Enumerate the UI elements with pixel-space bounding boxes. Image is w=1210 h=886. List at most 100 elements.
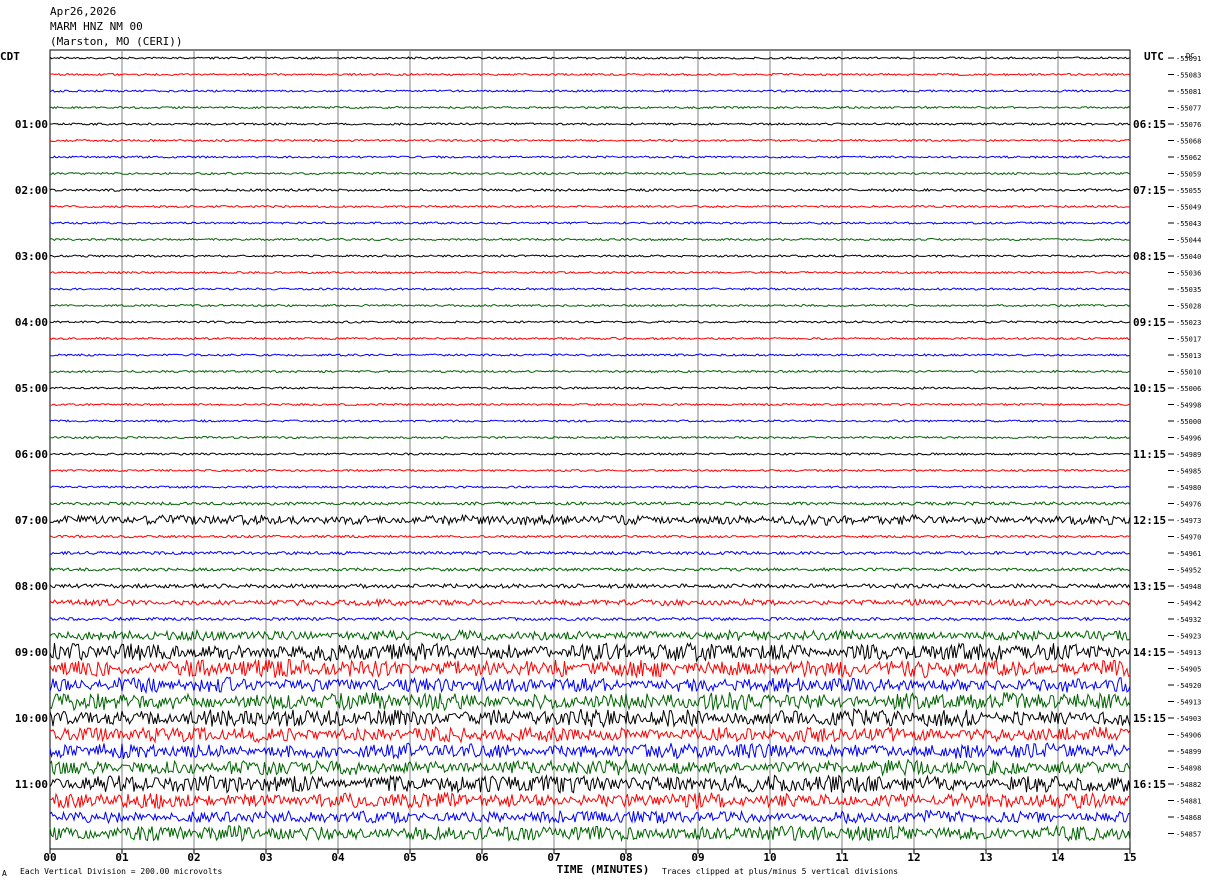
x-tick-label: 14 <box>1051 851 1065 864</box>
division-note: Each Vertical Division = 200.00 microvol… <box>20 867 223 876</box>
dc-offset-label: -54961 <box>1176 550 1201 558</box>
x-tick-label: 00 <box>43 851 56 864</box>
dc-offset-label: -54989 <box>1176 451 1201 459</box>
utc-hour-label: 07:15 <box>1133 184 1166 197</box>
seismogram-trace <box>49 824 1131 843</box>
dc-offset-label: -55044 <box>1176 237 1201 245</box>
seismogram-trace <box>49 485 1131 489</box>
seismogram-trace <box>49 809 1131 825</box>
seismogram-trace <box>49 691 1131 712</box>
seismogram-trace <box>49 435 1131 440</box>
utc-hour-label: 12:15 <box>1133 514 1166 527</box>
dc-offset-label: -55062 <box>1176 154 1201 162</box>
seismogram-trace <box>49 658 1131 679</box>
x-tick-label: 04 <box>331 851 345 864</box>
dc-offset-label: -54973 <box>1176 517 1201 525</box>
x-tick-label: 11 <box>835 851 849 864</box>
utc-hour-label: 10:15 <box>1133 382 1166 395</box>
utc-hour-label: 11:15 <box>1133 448 1166 461</box>
seismogram-trace <box>49 468 1131 473</box>
utc-hour-label: 13:15 <box>1133 580 1166 593</box>
x-tick-label: 13 <box>979 851 992 864</box>
cdt-hour-label: 10:00 <box>15 712 48 725</box>
seismogram-trace <box>49 369 1131 374</box>
utc-hour-label: 09:15 <box>1133 316 1166 329</box>
seismogram-trace <box>49 105 1131 110</box>
dc-offset-label: -55059 <box>1176 171 1201 179</box>
seismogram-trace <box>49 303 1131 308</box>
cdt-hour-label: 06:00 <box>15 448 48 461</box>
x-tick-label: 09 <box>691 851 704 864</box>
cdt-hour-label: 09:00 <box>15 646 48 659</box>
seismogram-trace <box>49 641 1131 663</box>
dc-offset-label: -54920 <box>1176 682 1201 690</box>
dc-offset-label: -54913 <box>1176 649 1201 657</box>
dc-offset-label: -54932 <box>1176 616 1201 624</box>
seismogram-trace <box>49 550 1131 556</box>
cdt-hour-label: 04:00 <box>15 316 48 329</box>
x-tick-label: 15 <box>1123 851 1136 864</box>
dc-offset-label: -55017 <box>1176 336 1201 344</box>
seismogram-trace <box>49 742 1131 760</box>
dc-offset-label: -54985 <box>1176 468 1201 476</box>
dc-offset-label: -54952 <box>1176 567 1201 575</box>
dc-offset-label: -54898 <box>1176 765 1201 773</box>
x-tick-label: 10 <box>763 851 776 864</box>
dc-offset-label: -55006 <box>1176 385 1201 393</box>
dc-offset-label: -54882 <box>1176 781 1201 789</box>
x-tick-label: 01 <box>115 851 129 864</box>
seismogram-trace <box>49 336 1131 341</box>
seismogram-trace <box>50 155 1131 159</box>
seismogram-trace <box>49 567 1131 572</box>
plot-frame <box>49 49 1131 850</box>
seismogram-trace <box>49 320 1131 324</box>
seismogram-trace <box>49 353 1130 357</box>
seismogram-trace <box>49 758 1131 777</box>
utc-hour-label: 06:15 <box>1133 118 1166 131</box>
utc-hour-label: 08:15 <box>1133 250 1166 263</box>
x-axis-title: TIME (MINUTES) <box>557 863 650 876</box>
dc-offset-label: -54923 <box>1176 633 1201 641</box>
seismogram-trace <box>49 402 1131 407</box>
dc-offset-label: -55035 <box>1176 286 1201 294</box>
seismogram-trace <box>49 597 1131 608</box>
dc-offset-label: -55081 <box>1176 88 1201 96</box>
seismogram-trace <box>49 707 1131 729</box>
dc-offset-label: -54857 <box>1176 831 1201 839</box>
dc-offset-label: -55076 <box>1176 121 1201 129</box>
seismogram-trace <box>49 237 1130 242</box>
dc-offset-label: -55083 <box>1176 72 1201 80</box>
seismogram-trace <box>49 452 1131 456</box>
dc-offset-label: -55049 <box>1176 204 1201 212</box>
seismogram-trace <box>49 187 1131 192</box>
seismogram-trace <box>49 138 1131 143</box>
helicorder-plot: 01:00 06:15 02:00 07:15 03:00 08:15 04:00 09:15… <box>15 49 1201 876</box>
cdt-hour-label: 07:00 <box>15 514 48 527</box>
dc-offset-label: -54868 <box>1176 814 1201 822</box>
dc-offset-label: -55023 <box>1176 319 1201 327</box>
cdt-hour-label: 03:00 <box>15 250 48 263</box>
seismogram-trace <box>49 773 1131 794</box>
dc-offset-label: -55010 <box>1176 369 1201 377</box>
seismogram-trace <box>49 628 1131 642</box>
seismogram-trace <box>49 582 1131 590</box>
x-tick-label: 02 <box>187 851 200 864</box>
cdt-hour-label: 11:00 <box>15 778 48 791</box>
seismogram-trace <box>49 616 1131 622</box>
seismogram-trace <box>49 419 1131 423</box>
seismogram-trace <box>49 501 1131 506</box>
dc-offset-label: -54903 <box>1176 715 1201 723</box>
seismogram-trace <box>49 386 1131 390</box>
dc-offset-label: -54948 <box>1176 583 1201 591</box>
seismogram-trace <box>49 204 1131 209</box>
dc-offset-label: -54996 <box>1176 435 1201 443</box>
cdt-hour-label: 02:00 <box>15 184 48 197</box>
cdt-hour-label: 01:00 <box>15 118 48 131</box>
x-tick-label: 03 <box>259 851 272 864</box>
seismogram-trace <box>49 89 1131 93</box>
dc-offset-label: -55028 <box>1176 303 1201 311</box>
seismogram-trace <box>49 254 1131 258</box>
dc-offset-label: -55068 <box>1176 138 1201 146</box>
dc-offset-label: -55043 <box>1176 220 1201 228</box>
dc-offset-label: -54998 <box>1176 402 1201 410</box>
